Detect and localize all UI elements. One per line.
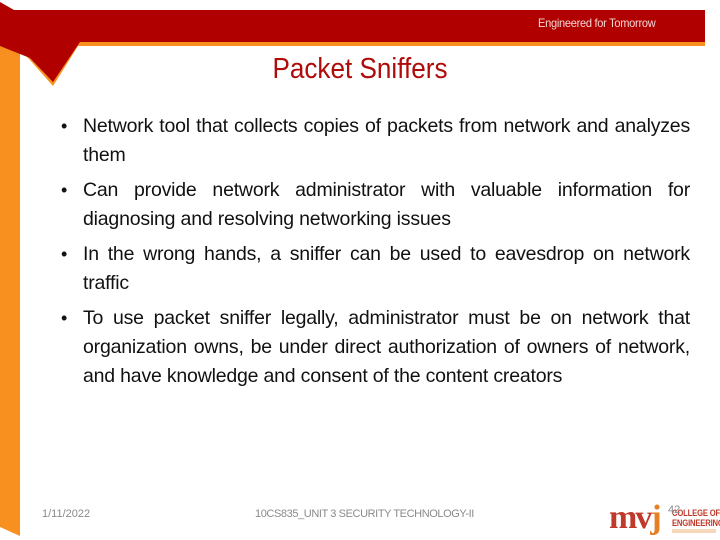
slide: Engineered for Tomorrow Packet Sniffers … <box>0 0 720 540</box>
logo-mark: mvj <box>609 498 662 538</box>
bullet-icon <box>58 112 70 141</box>
bullet-item: Network tool that collects copies of pac… <box>58 112 690 170</box>
logo-line-2: ENGINEERING <box>672 518 720 528</box>
bullet-text: In the wrong hands, a sniffer can be use… <box>83 243 690 294</box>
college-logo: mvj COLLEGE OF ENGINEERING <box>609 499 720 536</box>
bullet-icon <box>58 304 70 333</box>
page-number: 42 <box>668 504 681 516</box>
logo-mark-main: mv <box>609 499 652 536</box>
bullet-item: Can provide network administrator with v… <box>58 176 690 234</box>
bullet-item: In the wrong hands, a sniffer can be use… <box>58 240 690 298</box>
footer-course: 10CS835_UNIT 3 SECURITY TECHNOLOGY-II <box>255 508 474 520</box>
logo-mark-accent: j <box>650 499 661 536</box>
bullet-item: To use packet sniffer legally, administr… <box>58 304 690 391</box>
logo-subtitle-bar <box>672 529 716 533</box>
bullet-text: Can provide network administrator with v… <box>83 179 690 230</box>
slide-title: Packet Sniffers <box>272 53 448 85</box>
footer-date: 1/11/2022 <box>42 508 91 520</box>
left-accent-bar <box>0 46 20 536</box>
bullet-icon <box>58 176 70 205</box>
bullet-text: To use packet sniffer legally, administr… <box>83 307 690 387</box>
bullet-list: Network tool that collects copies of pac… <box>58 112 690 397</box>
bullet-text: Network tool that collects copies of pac… <box>83 115 690 166</box>
bullet-icon <box>58 240 70 269</box>
header-tagline: Engineered for Tomorrow <box>538 16 656 30</box>
banner-inner-edge <box>20 60 30 62</box>
